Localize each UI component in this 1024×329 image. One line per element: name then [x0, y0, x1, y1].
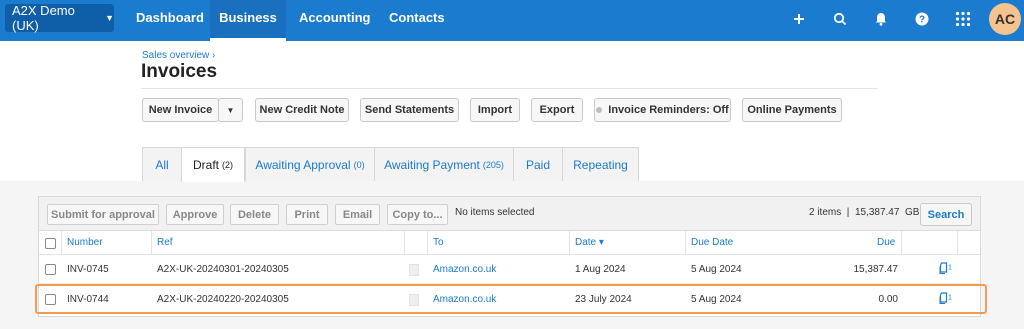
tab-label: Draft	[192, 158, 219, 172]
online-payments-button[interactable]: Online Payments	[742, 98, 842, 122]
tab-label: Awaiting Approval	[255, 157, 351, 172]
table-row[interactable]: INV-0745 A2X-UK-20240301-20240305 Amazon…	[39, 255, 980, 284]
column-date[interactable]: Date ▾	[575, 231, 604, 255]
new-credit-note-button[interactable]: New Credit Note	[255, 98, 349, 122]
tab-count: (0)	[353, 159, 365, 170]
nav-accounting[interactable]: Accounting	[299, 0, 371, 41]
plus-icon[interactable]	[789, 9, 809, 29]
row-highlight	[35, 284, 987, 314]
placeholder-icon	[409, 264, 419, 276]
row-checkbox[interactable]	[45, 264, 56, 275]
column-divider	[151, 231, 152, 255]
column-number[interactable]: Number	[67, 231, 103, 255]
status-dot-icon	[596, 107, 603, 113]
invoice-ref[interactable]: A2X-UK-20240301-20240305	[157, 255, 289, 284]
tab-repeating[interactable]: Repeating	[562, 147, 639, 181]
page-title: Invoices	[141, 61, 218, 82]
contact-link[interactable]: Amazon.co.uk	[433, 255, 496, 284]
column-divider	[957, 231, 958, 255]
tab-paid[interactable]: Paid	[513, 147, 563, 181]
column-due[interactable]: Due	[877, 231, 895, 255]
invoice-reminders-button[interactable]: Invoice Reminders: Off	[594, 98, 731, 122]
table-toolbar: Submit for approval Approve Delete Print…	[39, 197, 980, 231]
items-summary: 2 items | 15,387.47 GBP	[809, 207, 927, 218]
tab-count: (2)	[222, 160, 233, 170]
column-divider	[404, 231, 405, 255]
invoice-date: 1 Aug 2024	[575, 264, 626, 275]
caret-down-icon: ▼	[226, 105, 235, 115]
import-button[interactable]: Import	[470, 98, 520, 122]
selection-status: No items selected	[455, 207, 535, 218]
divider	[141, 88, 878, 89]
search-icon[interactable]	[830, 9, 850, 29]
column-divider	[427, 231, 428, 255]
tab-label: Repeating	[573, 157, 628, 172]
delete-button[interactable]: Delete	[230, 204, 279, 225]
email-button[interactable]: Email	[335, 204, 380, 225]
export-button[interactable]: Export	[531, 98, 583, 122]
org-switcher[interactable]: A2X Demo (UK) ▼	[5, 3, 114, 33]
avatar[interactable]: AC	[989, 3, 1021, 35]
attachment-icon[interactable]: 1	[939, 262, 952, 277]
table-header: Number Ref To Date ▾ Due Date Due	[39, 231, 980, 255]
nav-business[interactable]: Business	[210, 0, 286, 41]
column-divider	[901, 231, 902, 255]
tab-awaiting-payment[interactable]: Awaiting Payment (205)	[374, 147, 514, 181]
invoice-due-amount: 15,387.47	[853, 264, 899, 275]
column-divider	[61, 231, 62, 255]
select-all-checkbox[interactable]	[45, 238, 56, 249]
tab-awaiting-approval[interactable]: Awaiting Approval (0)	[245, 147, 375, 181]
attachment-count: 1	[948, 264, 952, 272]
invoice-number[interactable]: INV-0745	[67, 255, 109, 284]
send-statements-button[interactable]: Send Statements	[360, 98, 459, 122]
help-icon[interactable]: ?	[912, 9, 932, 29]
print-button[interactable]: Print	[286, 204, 328, 225]
approve-button[interactable]: Approve	[166, 204, 224, 225]
tab-label: Paid	[525, 157, 551, 172]
tab-count: (205)	[482, 159, 504, 170]
nav-dashboard[interactable]: Dashboard	[136, 0, 204, 41]
bell-icon[interactable]	[871, 9, 891, 29]
tab-all[interactable]: All	[142, 147, 182, 181]
new-invoice-button[interactable]: New Invoice	[142, 98, 219, 122]
tab-label: Awaiting Payment	[384, 157, 480, 172]
tab-label: All	[155, 157, 169, 172]
column-divider	[569, 231, 570, 255]
new-invoice-dropdown[interactable]: ▼	[218, 98, 243, 122]
invoice-due-date: 5 Aug 2024	[691, 264, 742, 275]
breadcrumb[interactable]: Sales overview ›	[142, 50, 215, 61]
column-ref[interactable]: Ref	[157, 231, 173, 255]
org-name: A2X Demo (UK)	[12, 3, 75, 33]
invoice-reminders-label: Invoice Reminders: Off	[608, 104, 729, 116]
chevron-down-icon: ▼	[105, 13, 114, 23]
tab-draft[interactable]: Draft (2)	[181, 147, 245, 182]
copy-to-button[interactable]: Copy to...	[387, 204, 448, 225]
column-to[interactable]: To	[433, 231, 444, 255]
search-button[interactable]: Search	[920, 203, 972, 226]
svg-text:?: ?	[919, 15, 925, 26]
top-nav: A2X Demo (UK) ▼ Dashboard Business Accou…	[0, 0, 1024, 41]
column-divider	[685, 231, 686, 255]
column-due-date[interactable]: Due Date	[691, 231, 733, 255]
nav-contacts[interactable]: Contacts	[389, 0, 445, 41]
submit-for-approval-button[interactable]: Submit for approval	[47, 204, 159, 225]
apps-grid-icon[interactable]	[953, 9, 973, 29]
